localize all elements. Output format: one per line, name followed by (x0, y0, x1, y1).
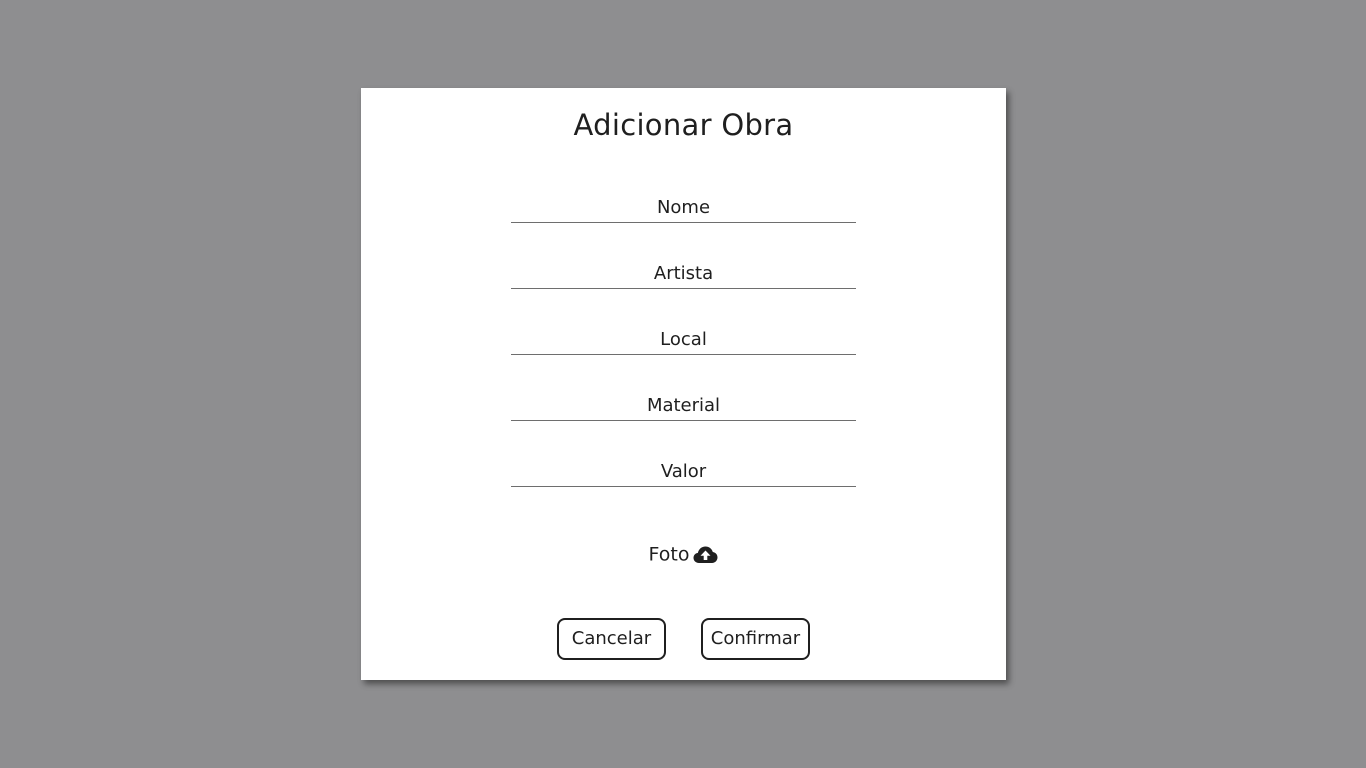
artista-input[interactable] (511, 258, 856, 288)
valor-field (511, 456, 856, 487)
photo-label: Foto (648, 543, 690, 566)
cancel-button[interactable]: Cancelar (557, 618, 666, 660)
dialog-title: Adicionar Obra (573, 108, 794, 142)
artista-field (511, 258, 856, 289)
nome-field (511, 192, 856, 223)
material-input[interactable] (511, 390, 856, 420)
nome-input[interactable] (511, 192, 856, 222)
material-field (511, 390, 856, 421)
photo-upload[interactable]: Foto (361, 543, 1006, 566)
local-field (511, 324, 856, 355)
local-input[interactable] (511, 324, 856, 354)
add-artwork-dialog: Adicionar Obra Foto Cancelar Confirmar (361, 88, 1006, 680)
confirm-button[interactable]: Confirmar (701, 618, 810, 660)
cloud-upload-icon[interactable] (693, 545, 718, 565)
valor-input[interactable] (511, 456, 856, 486)
